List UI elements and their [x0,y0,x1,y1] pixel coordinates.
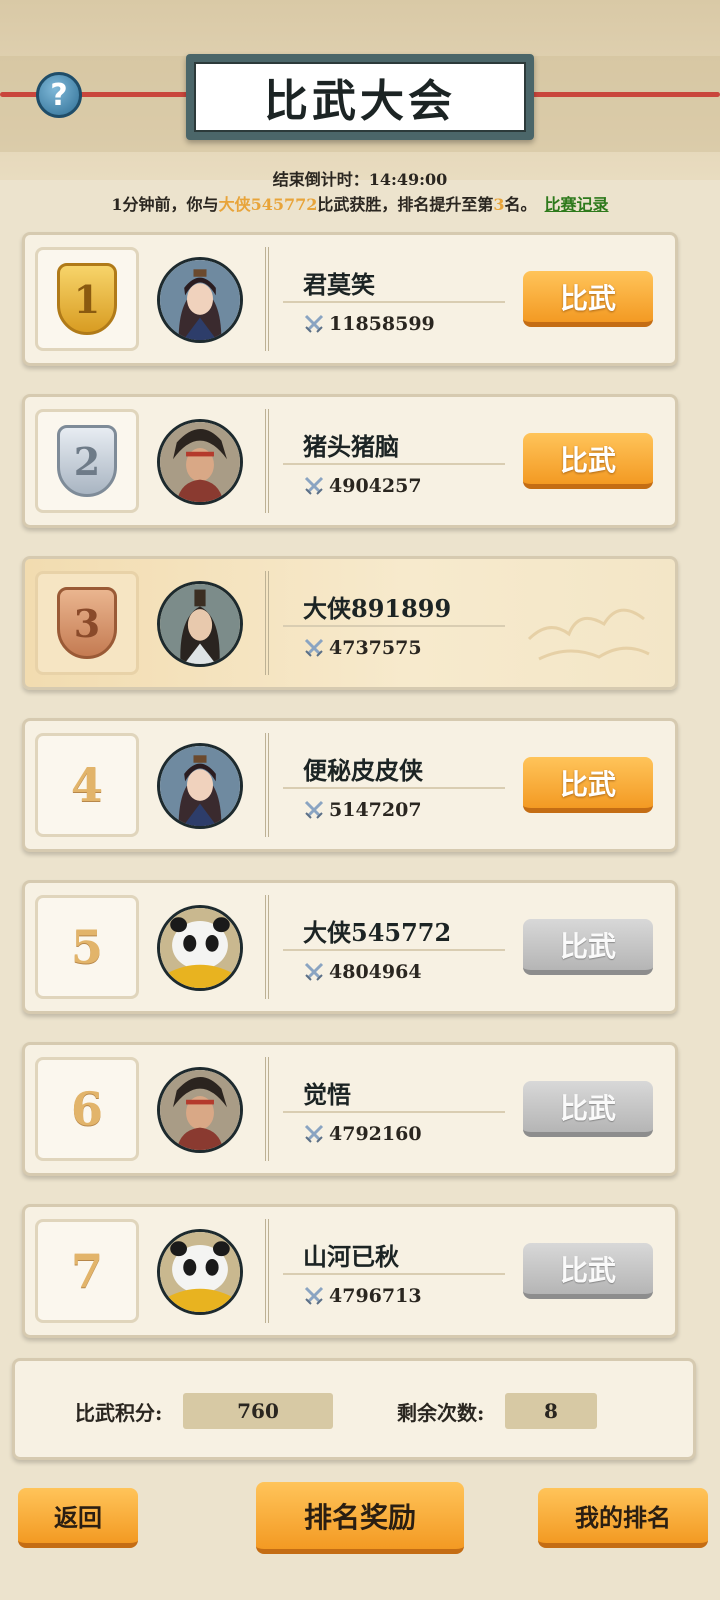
rank-badge: 5 [35,895,139,999]
title-plate: 比武大会 [186,54,534,140]
points-label: 比武积分: [75,1401,163,1425]
crossed-swords-icon [304,314,324,333]
player-name: 觉悟 [303,1080,351,1109]
rank-badge: 4 [35,733,139,837]
rank-card: 4 便秘皮皮侠 5147207 比武 [22,718,678,852]
rank-card: 6 觉悟 4792160 比武 [22,1042,678,1176]
divider [283,625,505,627]
battle-notice: 1分钟前，你与大侠545772比武获胜，排名提升至第3名。 比赛记录 [0,191,720,215]
remaining-value: 8 [505,1393,597,1429]
rank-card: 7 山河已秋 4796713 比武 [22,1204,678,1338]
player-name: 猪头猪脑 [303,432,399,461]
rank-card: 1 君莫笑 11858599 比武 [22,232,678,366]
challenge-button[interactable]: 比武 [523,271,653,327]
player-info: 君莫笑 11858599 比武 [265,247,663,351]
challenge-button[interactable]: 比武 [523,757,653,813]
remaining-label: 剩余次数: [397,1401,485,1425]
panda-avatar[interactable] [157,1229,243,1315]
challenge-button-disabled[interactable]: 比武 [523,1081,653,1137]
help-button[interactable]: ? [36,72,82,118]
rank-card: 2 猪头猪脑 4904257 比武 [22,394,678,528]
rank-number: 7 [70,1244,103,1298]
power-value: 4796713 [329,1285,422,1307]
divider [283,787,505,789]
rank-badge: 3 [35,571,139,675]
male-scholar-avatar[interactable] [157,581,243,667]
notice-middle: 比武获胜，排名提升至第 [317,195,494,214]
rank-number: 4 [70,758,103,812]
rank-rewards-button[interactable]: 排名奖励 [256,1482,464,1554]
question-mark-icon: ? [50,77,68,113]
crossed-swords-icon [304,476,324,495]
player-info: 大侠891899 4737575 [265,571,663,675]
crossed-swords-icon [304,800,324,819]
crossed-swords-icon [304,1286,324,1305]
combat-power: 4804964 [303,961,422,983]
divider [283,301,505,303]
player-name: 大侠891899 [303,594,452,623]
player-name: 君莫笑 [303,270,375,299]
player-info: 猪头猪脑 4904257 比武 [265,409,663,513]
divider [283,1273,505,1275]
crossed-swords-icon [304,638,324,657]
bronze-medal-icon: 3 [57,587,117,659]
countdown-text: 结束倒计时：14:49:00 [272,170,448,189]
cloud-pattern-icon [527,608,650,661]
notice-prefix: 1分钟前，你与 [111,195,219,214]
rank-card: 5 大侠545772 4804964 比武 [22,880,678,1014]
stats-panel: 比武积分: 760 剩余次数: 8 [12,1358,696,1460]
power-value: 5147207 [329,799,422,821]
notice-rank: 3 [493,195,505,214]
panda-avatar[interactable] [157,905,243,991]
power-value: 4792160 [329,1123,422,1145]
match-record-link[interactable]: 比赛记录 [545,195,609,214]
challenge-button-disabled[interactable]: 比武 [523,919,653,975]
male-warrior-avatar[interactable] [157,419,243,505]
divider [283,1111,505,1113]
red-rope-right [520,92,720,97]
combat-power: 4737575 [303,637,422,659]
player-info: 大侠545772 4804964 比武 [265,895,663,999]
silver-medal-icon: 2 [57,425,117,497]
crossed-swords-icon [304,962,324,981]
gold-medal-icon: 1 [57,263,117,335]
crossed-swords-icon [304,1124,324,1143]
female-swordsman-avatar[interactable] [157,257,243,343]
combat-power: 4904257 [303,475,422,497]
player-info: 便秘皮皮侠 5147207 比武 [265,733,663,837]
power-value: 4804964 [329,961,422,983]
female-swordsman-avatar[interactable] [157,743,243,829]
power-value: 11858599 [329,313,435,335]
red-rope-left [0,92,200,97]
player-name: 大侠545772 [303,918,452,947]
notice-opponent: 大侠545772 [218,195,318,214]
challenge-button[interactable]: 比武 [523,433,653,489]
divider [283,463,505,465]
combat-power: 4796713 [303,1285,422,1307]
my-rank-button[interactable]: 我的排名 [538,1488,708,1548]
notice-suffix: 名。 [504,195,537,214]
divider [283,949,505,951]
player-info: 山河已秋 4796713 比武 [265,1219,663,1323]
back-button[interactable]: 返回 [18,1488,138,1548]
rank-badge: 2 [35,409,139,513]
power-value: 4737575 [329,637,422,659]
player-name: 山河已秋 [303,1242,399,1271]
male-warrior-avatar[interactable] [157,1067,243,1153]
rank-number: 5 [70,920,103,974]
player-info: 觉悟 4792160 比武 [265,1057,663,1161]
points-value: 760 [183,1393,333,1429]
challenge-button-disabled[interactable]: 比武 [523,1243,653,1299]
rank-card-self: 3 大侠891899 4737575 [22,556,678,690]
player-name: 便秘皮皮侠 [303,756,423,785]
rank-number: 6 [70,1082,103,1136]
combat-power: 11858599 [303,313,435,335]
combat-power: 5147207 [303,799,422,821]
combat-power: 4792160 [303,1123,422,1145]
page-title: 比武大会 [194,62,526,132]
power-value: 4904257 [329,475,422,497]
rank-badge: 6 [35,1057,139,1161]
rank-badge: 7 [35,1219,139,1323]
rank-badge: 1 [35,247,139,351]
